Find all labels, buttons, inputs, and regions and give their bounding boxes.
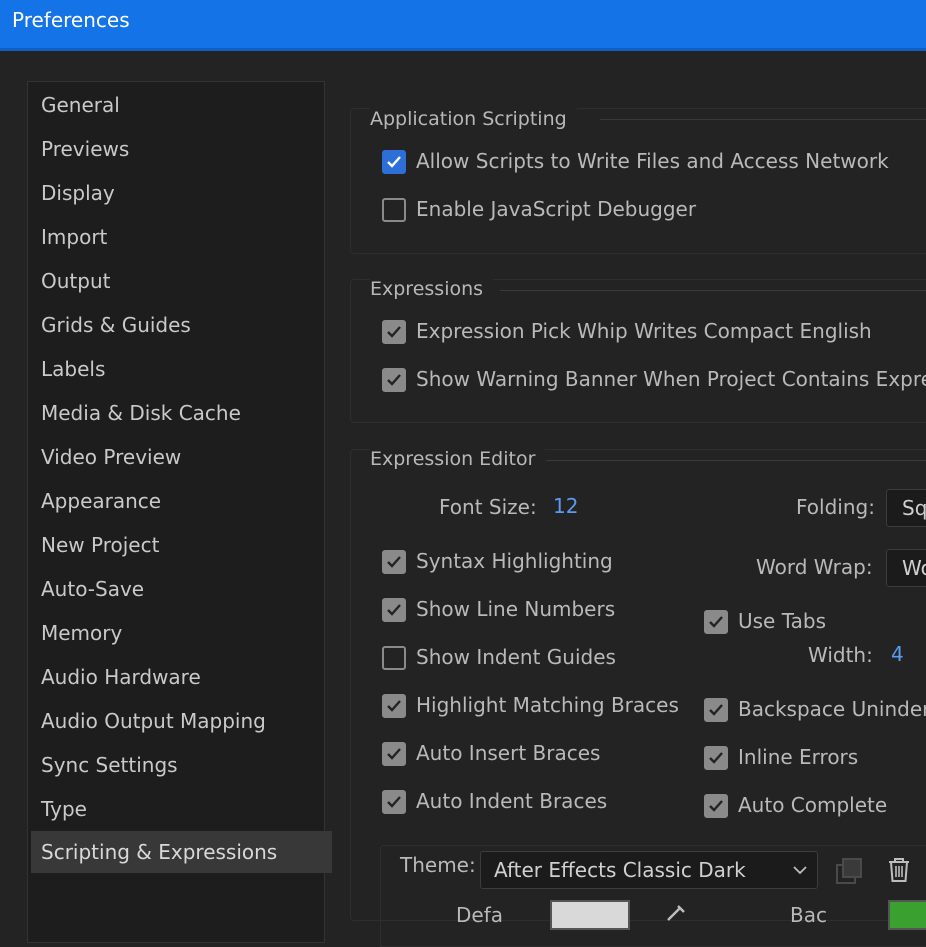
highlight-matching-braces-checkbox[interactable] — [382, 694, 406, 718]
width-value[interactable]: 4 — [891, 642, 904, 666]
checkmark-icon — [709, 752, 723, 764]
use-tabs-checkbox[interactable] — [704, 610, 728, 634]
warning-banner-label: Show Warning Banner When Project Contain… — [416, 367, 926, 391]
sidebar-item-type[interactable]: Type — [41, 794, 87, 824]
auto-insert-braces-checkbox[interactable] — [382, 742, 406, 766]
syntax-highlighting-checkbox[interactable] — [382, 550, 406, 574]
checkmark-icon — [387, 796, 401, 808]
application-scripting-title: Application Scripting — [370, 108, 577, 130]
font-size-label: Font Size: — [439, 495, 537, 519]
sidebar-item-sync-settings[interactable]: Sync Settings — [41, 750, 178, 780]
pick-whip-checkbox[interactable] — [382, 320, 406, 344]
theme-value: After Effects Classic Dark — [494, 858, 746, 882]
word-wrap-value: Wo — [902, 556, 926, 580]
inline-errors-checkbox[interactable] — [704, 746, 728, 770]
background-color-swatch[interactable] — [888, 900, 926, 930]
sidebar-item-previews[interactable]: Previews — [41, 134, 129, 164]
show-line-numbers-label: Show Line Numbers — [416, 597, 616, 621]
warning-banner-checkbox[interactable] — [382, 368, 406, 392]
theme-dropdown[interactable]: After Effects Classic Dark — [480, 851, 818, 889]
sidebar-item-import[interactable]: Import — [41, 222, 107, 252]
enable-debugger-checkbox[interactable] — [382, 198, 406, 222]
sidebar-item-labels[interactable]: Labels — [41, 354, 105, 384]
checkmark-icon — [387, 748, 401, 760]
expressions-section — [350, 279, 926, 423]
folding-value: Sq — [902, 496, 926, 520]
sidebar-item-display[interactable]: Display — [41, 178, 115, 208]
pick-whip-label: Expression Pick Whip Writes Compact Engl… — [416, 319, 872, 343]
expressions-title: Expressions — [370, 278, 494, 300]
sidebar-item-memory[interactable]: Memory — [41, 618, 122, 648]
show-indent-guides-checkbox[interactable] — [382, 646, 406, 670]
folding-dropdown[interactable]: Sq — [886, 489, 926, 527]
width-label: Width: — [808, 643, 873, 667]
highlight-matching-braces-label: Highlight Matching Braces — [416, 693, 679, 717]
sidebar-item-new-project[interactable]: New Project — [41, 530, 159, 560]
sidebar-item-auto-save[interactable]: Auto-Save — [41, 574, 144, 604]
preferences-sidebar: General Previews Display Import Output G… — [27, 81, 332, 943]
folding-label: Folding: — [796, 495, 875, 519]
backspace-unindent-label: Backspace Uninden — [738, 697, 926, 721]
checkmark-icon — [387, 326, 401, 338]
sidebar-item-media-disk-cache[interactable]: Media & Disk Cache — [41, 398, 241, 428]
sidebar-item-appearance[interactable]: Appearance — [41, 486, 161, 516]
sidebar-item-general[interactable]: General — [41, 90, 120, 120]
trash-icon[interactable] — [886, 856, 912, 884]
checkmark-icon — [387, 556, 401, 568]
allow-scripts-checkbox[interactable] — [382, 150, 406, 174]
auto-complete-label: Auto Complete — [738, 793, 888, 817]
title-bar: Preferences — [0, 0, 926, 51]
background-color-label: Bac — [790, 903, 827, 927]
sidebar-item-scripting-expressions[interactable]: Scripting & Expressions — [31, 831, 332, 873]
checkmark-icon — [387, 700, 401, 712]
eyedropper-icon[interactable] — [664, 902, 692, 922]
checkmark-icon — [387, 604, 401, 616]
backspace-unindent-checkbox[interactable] — [704, 698, 728, 722]
word-wrap-dropdown[interactable]: Wo — [886, 549, 926, 587]
checkmark-icon — [709, 800, 723, 812]
expression-editor-title: Expression Editor — [370, 448, 546, 470]
auto-insert-braces-label: Auto Insert Braces — [416, 741, 601, 765]
syntax-highlighting-label: Syntax Highlighting — [416, 549, 613, 573]
word-wrap-label: Word Wrap: — [756, 555, 873, 579]
window-title: Preferences — [12, 8, 130, 32]
auto-complete-checkbox[interactable] — [704, 794, 728, 818]
show-line-numbers-checkbox[interactable] — [382, 598, 406, 622]
theme-label: Theme: — [400, 853, 476, 877]
sidebar-item-audio-hardware[interactable]: Audio Hardware — [41, 662, 201, 692]
use-tabs-label: Use Tabs — [738, 609, 826, 633]
inline-errors-label: Inline Errors — [738, 745, 859, 769]
section-divider — [546, 460, 926, 461]
default-color-swatch[interactable] — [550, 900, 630, 930]
checkmark-icon — [387, 156, 401, 168]
sidebar-item-audio-output-mapping[interactable]: Audio Output Mapping — [41, 706, 266, 736]
section-divider — [600, 119, 926, 120]
checkmark-icon — [709, 616, 723, 628]
section-divider — [500, 290, 926, 291]
auto-indent-braces-label: Auto Indent Braces — [416, 789, 608, 813]
auto-indent-braces-checkbox[interactable] — [382, 790, 406, 814]
sidebar-item-grids-guides[interactable]: Grids & Guides — [41, 310, 191, 340]
sidebar-item-video-preview[interactable]: Video Preview — [41, 442, 181, 472]
enable-debugger-label: Enable JavaScript Debugger — [416, 197, 697, 221]
allow-scripts-label: Allow Scripts to Write Files and Access … — [416, 149, 889, 173]
chevron-down-icon — [793, 866, 807, 875]
sidebar-item-output[interactable]: Output — [41, 266, 110, 296]
save-theme-icon[interactable] — [834, 856, 864, 886]
show-indent-guides-label: Show Indent Guides — [416, 645, 616, 669]
checkmark-icon — [387, 374, 401, 386]
font-size-value[interactable]: 12 — [553, 494, 578, 518]
checkmark-icon — [709, 704, 723, 716]
default-color-label: Defa — [456, 903, 504, 927]
